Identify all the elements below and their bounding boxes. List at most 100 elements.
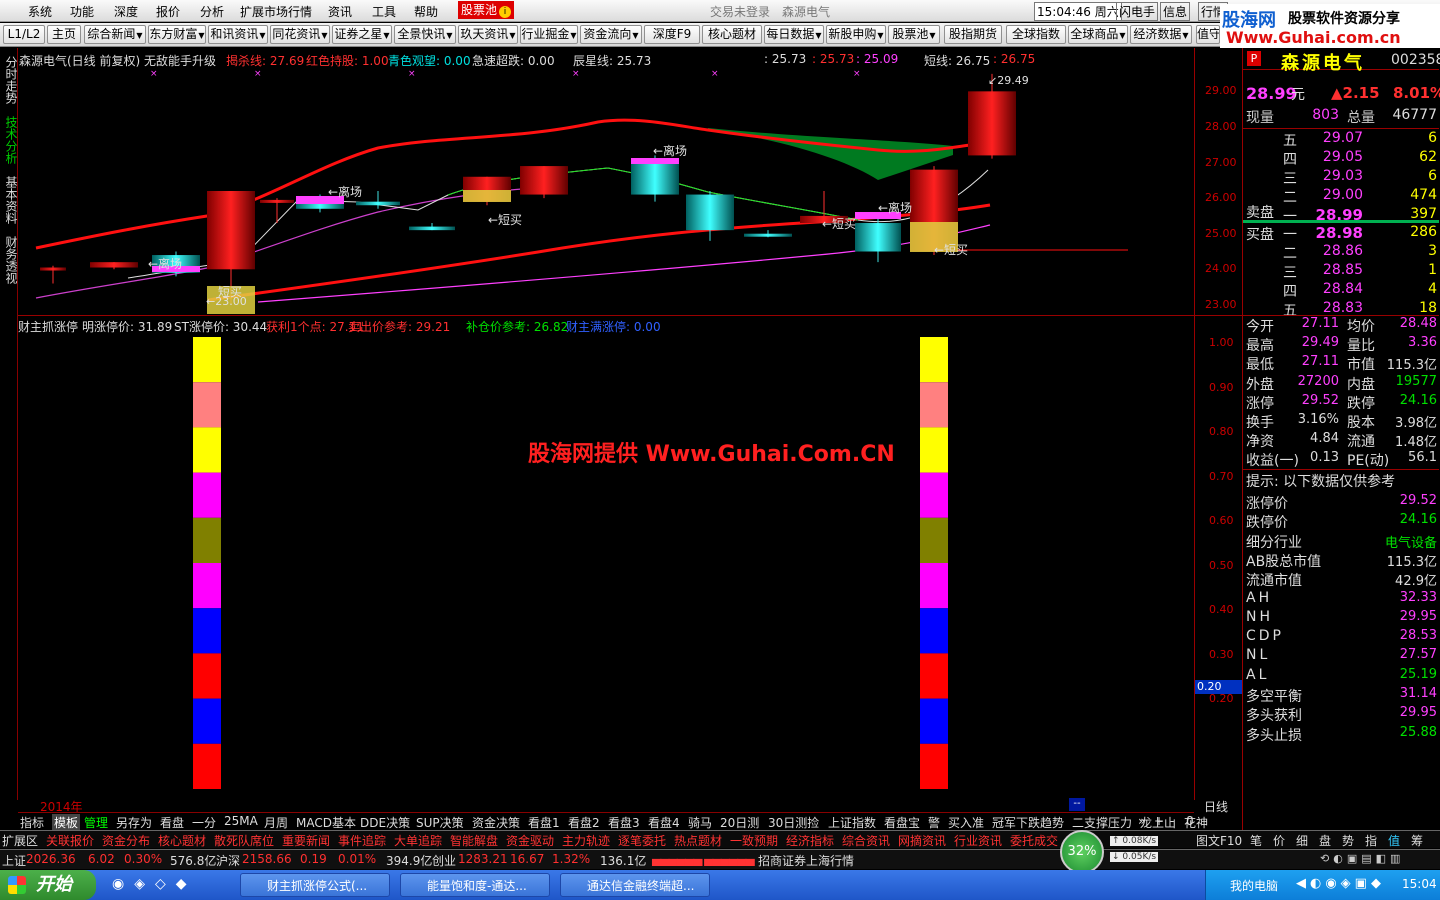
- template-tab[interactable]: 另存为: [116, 814, 152, 831]
- template-tab[interactable]: MACD基本: [296, 814, 356, 831]
- tb-depth-f9[interactable]: 深度F9: [644, 25, 700, 44]
- tab-intraday[interactable]: 分时走势: [1, 56, 18, 104]
- template-tab[interactable]: DDE决策: [360, 814, 410, 831]
- extension-tab[interactable]: 核心题材: [158, 832, 206, 849]
- template-tab[interactable]: 看盘: [160, 814, 184, 831]
- tb-hexun[interactable]: 和讯资讯: [208, 25, 268, 44]
- tb-global-commodity[interactable]: 全球商品: [1068, 25, 1128, 44]
- flash-trade-button[interactable]: 闪电手: [1116, 2, 1159, 21]
- template-tab[interactable]: 二支撑压力: [1072, 814, 1132, 831]
- detail-tab[interactable]: 笔: [1250, 832, 1262, 849]
- template-tab[interactable]: 骑马: [688, 814, 712, 831]
- menu-stock-pool[interactable]: 股票池 i: [458, 1, 515, 19]
- tb-home[interactable]: 主页: [47, 25, 81, 44]
- template-tab[interactable]: SUP决策: [416, 814, 464, 831]
- template-tab[interactable]: 20日测: [720, 814, 759, 831]
- detail-tab[interactable]: 势: [1342, 832, 1354, 849]
- kline-chart[interactable]: ←离场←离场←离场←离场短买←短买 ←短买←短买←23.00↙29.49× × × × ×…: [18, 50, 1194, 315]
- extension-tab[interactable]: 大单追踪: [394, 832, 442, 849]
- template-tab-control[interactable]: +: [1154, 814, 1164, 828]
- menu-help[interactable]: 帮助: [414, 3, 438, 20]
- indicator-chart[interactable]: [18, 317, 1194, 797]
- tb-eastmoney[interactable]: 东方财富: [148, 25, 206, 44]
- tb-global-index[interactable]: 全球指数: [1006, 25, 1066, 44]
- detail-tab[interactable]: 细: [1296, 832, 1308, 849]
- tb-daily-data[interactable]: 每日数据: [764, 25, 824, 44]
- tab-financials[interactable]: 财务透视: [1, 236, 18, 284]
- task-tdx[interactable]: 通达信金融终端超...: [560, 873, 710, 897]
- tab-fundamentals[interactable]: 基本资料: [1, 176, 18, 224]
- menu-extended-market[interactable]: 扩展市场行情: [240, 3, 312, 20]
- extension-tab[interactable]: 智能解盘: [450, 832, 498, 849]
- template-tab-control[interactable]: -: [1170, 814, 1174, 828]
- tb-economy[interactable]: 经济数据: [1130, 25, 1192, 44]
- tab-technical[interactable]: 技术分析: [1, 116, 18, 164]
- menu-analysis[interactable]: 分析: [200, 3, 224, 20]
- template-tab[interactable]: 看盘宝: [884, 814, 920, 831]
- tb-news[interactable]: 综合新闻: [84, 25, 146, 44]
- menu-depth[interactable]: 深度: [114, 3, 138, 20]
- template-tab[interactable]: 管理: [84, 814, 108, 831]
- tb-industry[interactable]: 行业掘金: [520, 25, 578, 44]
- tb-tonghua[interactable]: 同花资讯: [270, 25, 330, 44]
- template-tab[interactable]: 30日测捡: [768, 814, 819, 831]
- extension-tab[interactable]: 一致预期: [730, 832, 778, 849]
- template-tab-control[interactable]: »: [1138, 814, 1145, 828]
- template-tab[interactable]: 看盘1: [528, 814, 560, 831]
- template-tab[interactable]: 25MA: [224, 814, 258, 828]
- task-formula[interactable]: 财主抓涨停公式(...: [240, 873, 390, 897]
- template-tab[interactable]: 一分: [192, 814, 216, 831]
- extension-tab[interactable]: 行业资讯: [954, 832, 1002, 849]
- detail-tab[interactable]: 值: [1388, 832, 1400, 849]
- template-tab[interactable]: 资金决策: [472, 814, 520, 831]
- extension-tab[interactable]: 散死队席位: [214, 832, 274, 849]
- tray-icons[interactable]: ◀◐◉◈▣◆: [1296, 876, 1385, 891]
- extension-tab[interactable]: 主力轨迹: [562, 832, 610, 849]
- extension-tab[interactable]: 关联报价: [46, 832, 94, 849]
- tb-stockstar[interactable]: 证券之星: [332, 25, 392, 44]
- tb-core-theme[interactable]: 核心题材: [702, 25, 762, 44]
- detail-tab[interactable]: 指: [1365, 832, 1377, 849]
- extension-tab[interactable]: 热点题材: [674, 832, 722, 849]
- template-tab[interactable]: 指标: [20, 814, 44, 831]
- template-tab[interactable]: 冠军下跌趋势: [992, 814, 1064, 831]
- period-label[interactable]: 日线: [1204, 798, 1228, 815]
- detail-tab[interactable]: 盘: [1319, 832, 1331, 849]
- quicklaunch-icons[interactable]: ◉◈◇◆: [112, 876, 197, 892]
- detail-tab[interactable]: 价: [1273, 832, 1285, 849]
- template-tab-control[interactable]: 0: [1186, 814, 1194, 828]
- indicator-panel[interactable]: 财主抓涨停 明涨停价: 31.89 ST涨停价: 30.44 获利1个点: 27.11…: [18, 317, 1194, 797]
- template-tab[interactable]: 上证指数: [828, 814, 876, 831]
- extension-tab[interactable]: 委托成交: [1010, 832, 1058, 849]
- template-tab[interactable]: 看盘4: [648, 814, 680, 831]
- extension-tab[interactable]: 经济指标: [786, 832, 834, 849]
- template-tab[interactable]: 买入准: [948, 814, 984, 831]
- tb-jiutian[interactable]: 玖天资讯: [458, 25, 518, 44]
- tb-futures[interactable]: 股指期货: [944, 25, 1002, 44]
- extension-tab[interactable]: 网摘资讯: [898, 832, 946, 849]
- tb-ipo[interactable]: 新股申购: [826, 25, 886, 44]
- info-button[interactable]: 信息: [1160, 2, 1191, 21]
- status-icons[interactable]: ⟲◐▣▤◧▥: [1320, 852, 1404, 865]
- extension-tab[interactable]: 重要新闻: [282, 832, 330, 849]
- task-energy[interactable]: 能量饱和度-通达...: [400, 873, 550, 897]
- menu-tools[interactable]: 工具: [372, 3, 396, 20]
- start-button[interactable]: 开始: [0, 870, 96, 900]
- menu-system[interactable]: 系统: [28, 3, 52, 20]
- extension-tab[interactable]: 资金分布: [102, 832, 150, 849]
- detail-tab[interactable]: 筹: [1411, 832, 1423, 849]
- tb-stock-pool[interactable]: 股票池: [888, 25, 940, 44]
- detail-tab[interactable]: 图文F10: [1196, 832, 1242, 849]
- template-tab[interactable]: 模板: [52, 814, 81, 831]
- extension-tab[interactable]: 事件追踪: [338, 832, 386, 849]
- tb-watch[interactable]: 值守: [1196, 25, 1220, 44]
- menu-function[interactable]: 功能: [70, 3, 94, 20]
- template-tab[interactable]: 月周: [264, 814, 288, 831]
- menu-quote[interactable]: 报价: [156, 3, 180, 20]
- tb-quanjing[interactable]: 全景快讯: [394, 25, 456, 44]
- extension-tab[interactable]: 综合资讯: [842, 832, 890, 849]
- extension-tab[interactable]: 资金驱动: [506, 832, 554, 849]
- menu-news[interactable]: 资讯: [328, 3, 352, 20]
- template-tab[interactable]: 看盘2: [568, 814, 600, 831]
- extension-tab[interactable]: 扩展区: [2, 832, 38, 849]
